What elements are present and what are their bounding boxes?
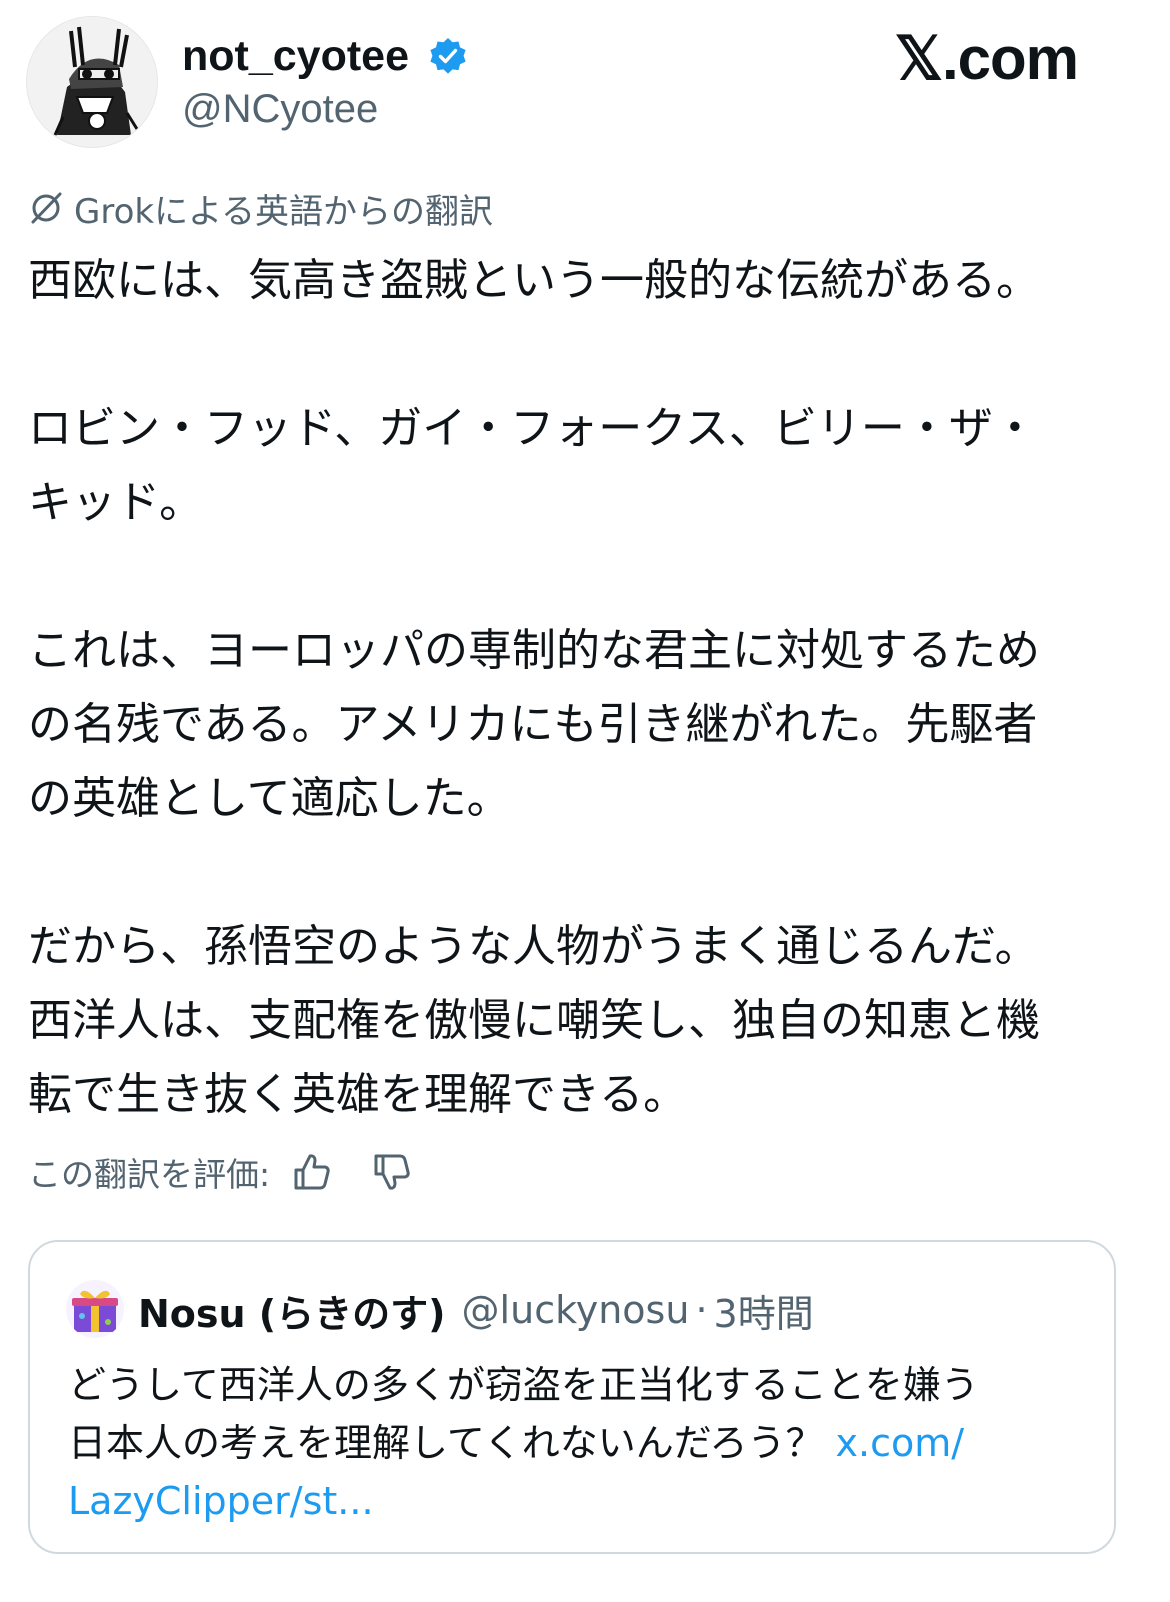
quoted-line: LazyClipper/st... [68,1472,1088,1530]
grok-icon [31,192,62,224]
author-display-name[interactable]: not_cyotee [182,30,409,82]
verified-badge-icon [430,38,466,74]
quoted-tweet-text: どうして西洋人の多くが窃盗を正当化することを嫌う 日本人の考えを理解してくれない… [68,1356,1088,1530]
quoted-author-handle[interactable]: @luckynosu [462,1288,690,1332]
quoted-line: どうして西洋人の多くが窃盗を正当化することを嫌う [68,1363,979,1407]
translation-label: Grokによる英語からの翻訳 [28,188,493,232]
quoted-tweet-header: Nosu (らきのす) @luckynosu · 3時間 [138,1282,814,1338]
translation-label-text: Grokによる英語からの翻訳 [74,191,494,232]
x-logo-brand: 𝕏.com [894,25,1079,92]
quoted-tweet-card[interactable]: Nosu (らきのす) @luckynosu · 3時間 どうして西洋人の多くが… [28,1240,1116,1554]
translation-rating: この翻訳を評価: [28,1148,414,1196]
rating-label: この翻訳を評価: [28,1155,271,1194]
tweet-line: 転で生き抜く英雄を理解できる。 [28,1069,688,1120]
author-handle[interactable]: @NCyotee [182,84,378,134]
tweet-line: これは、ヨーロッパの専制的な君主に対処するため [28,625,1040,676]
quoted-line: 日本人の考えを理解してくれないんだろう？ x.com/ [68,1421,965,1465]
quoted-link-continued[interactable]: LazyClipper/st... [68,1479,374,1523]
tweet-line: 西欧には、気高き盗賊という一般的な伝統がある。 [28,255,1040,306]
quoted-author-avatar[interactable] [66,1280,124,1338]
tweet-line: だから、孫悟空のような人物がうまく通じるんだ。 [28,921,1039,972]
quoted-link[interactable]: x.com/ [836,1421,965,1465]
author-avatar[interactable] [26,16,158,148]
tweet-line: 西洋人は、支配権を傲慢に嘲笑し、独自の知恵と機 [28,995,1040,1046]
tweet-line: キッド。 [28,477,204,528]
tweet-line: の名残である。アメリカにも引き継がれた。先駆者 [28,699,1038,750]
tweet-line: ロビン・フッド、ガイ・フォークス、ビリー・ザ・ [28,403,1037,454]
gift-box-avatar-icon [66,1280,124,1338]
quoted-author-name[interactable]: Nosu (らきのす) [138,1283,446,1338]
quoted-separator: · [695,1288,708,1332]
tweet-header: not_cyotee @NCyotee 𝕏.com [0,0,1170,170]
avatar-illustration-icon [27,17,157,147]
thumbs-down-icon[interactable] [370,1150,414,1194]
tweet-body: 西欧には、気高き盗賊という一般的な伝統がある。 ロビン・フッド、ガイ・フォークス… [28,244,1138,1132]
thumbs-up-icon[interactable] [290,1150,334,1194]
tweet-line: の英雄として適応した。 [28,773,511,824]
quoted-timestamp: 3時間 [713,1291,814,1336]
